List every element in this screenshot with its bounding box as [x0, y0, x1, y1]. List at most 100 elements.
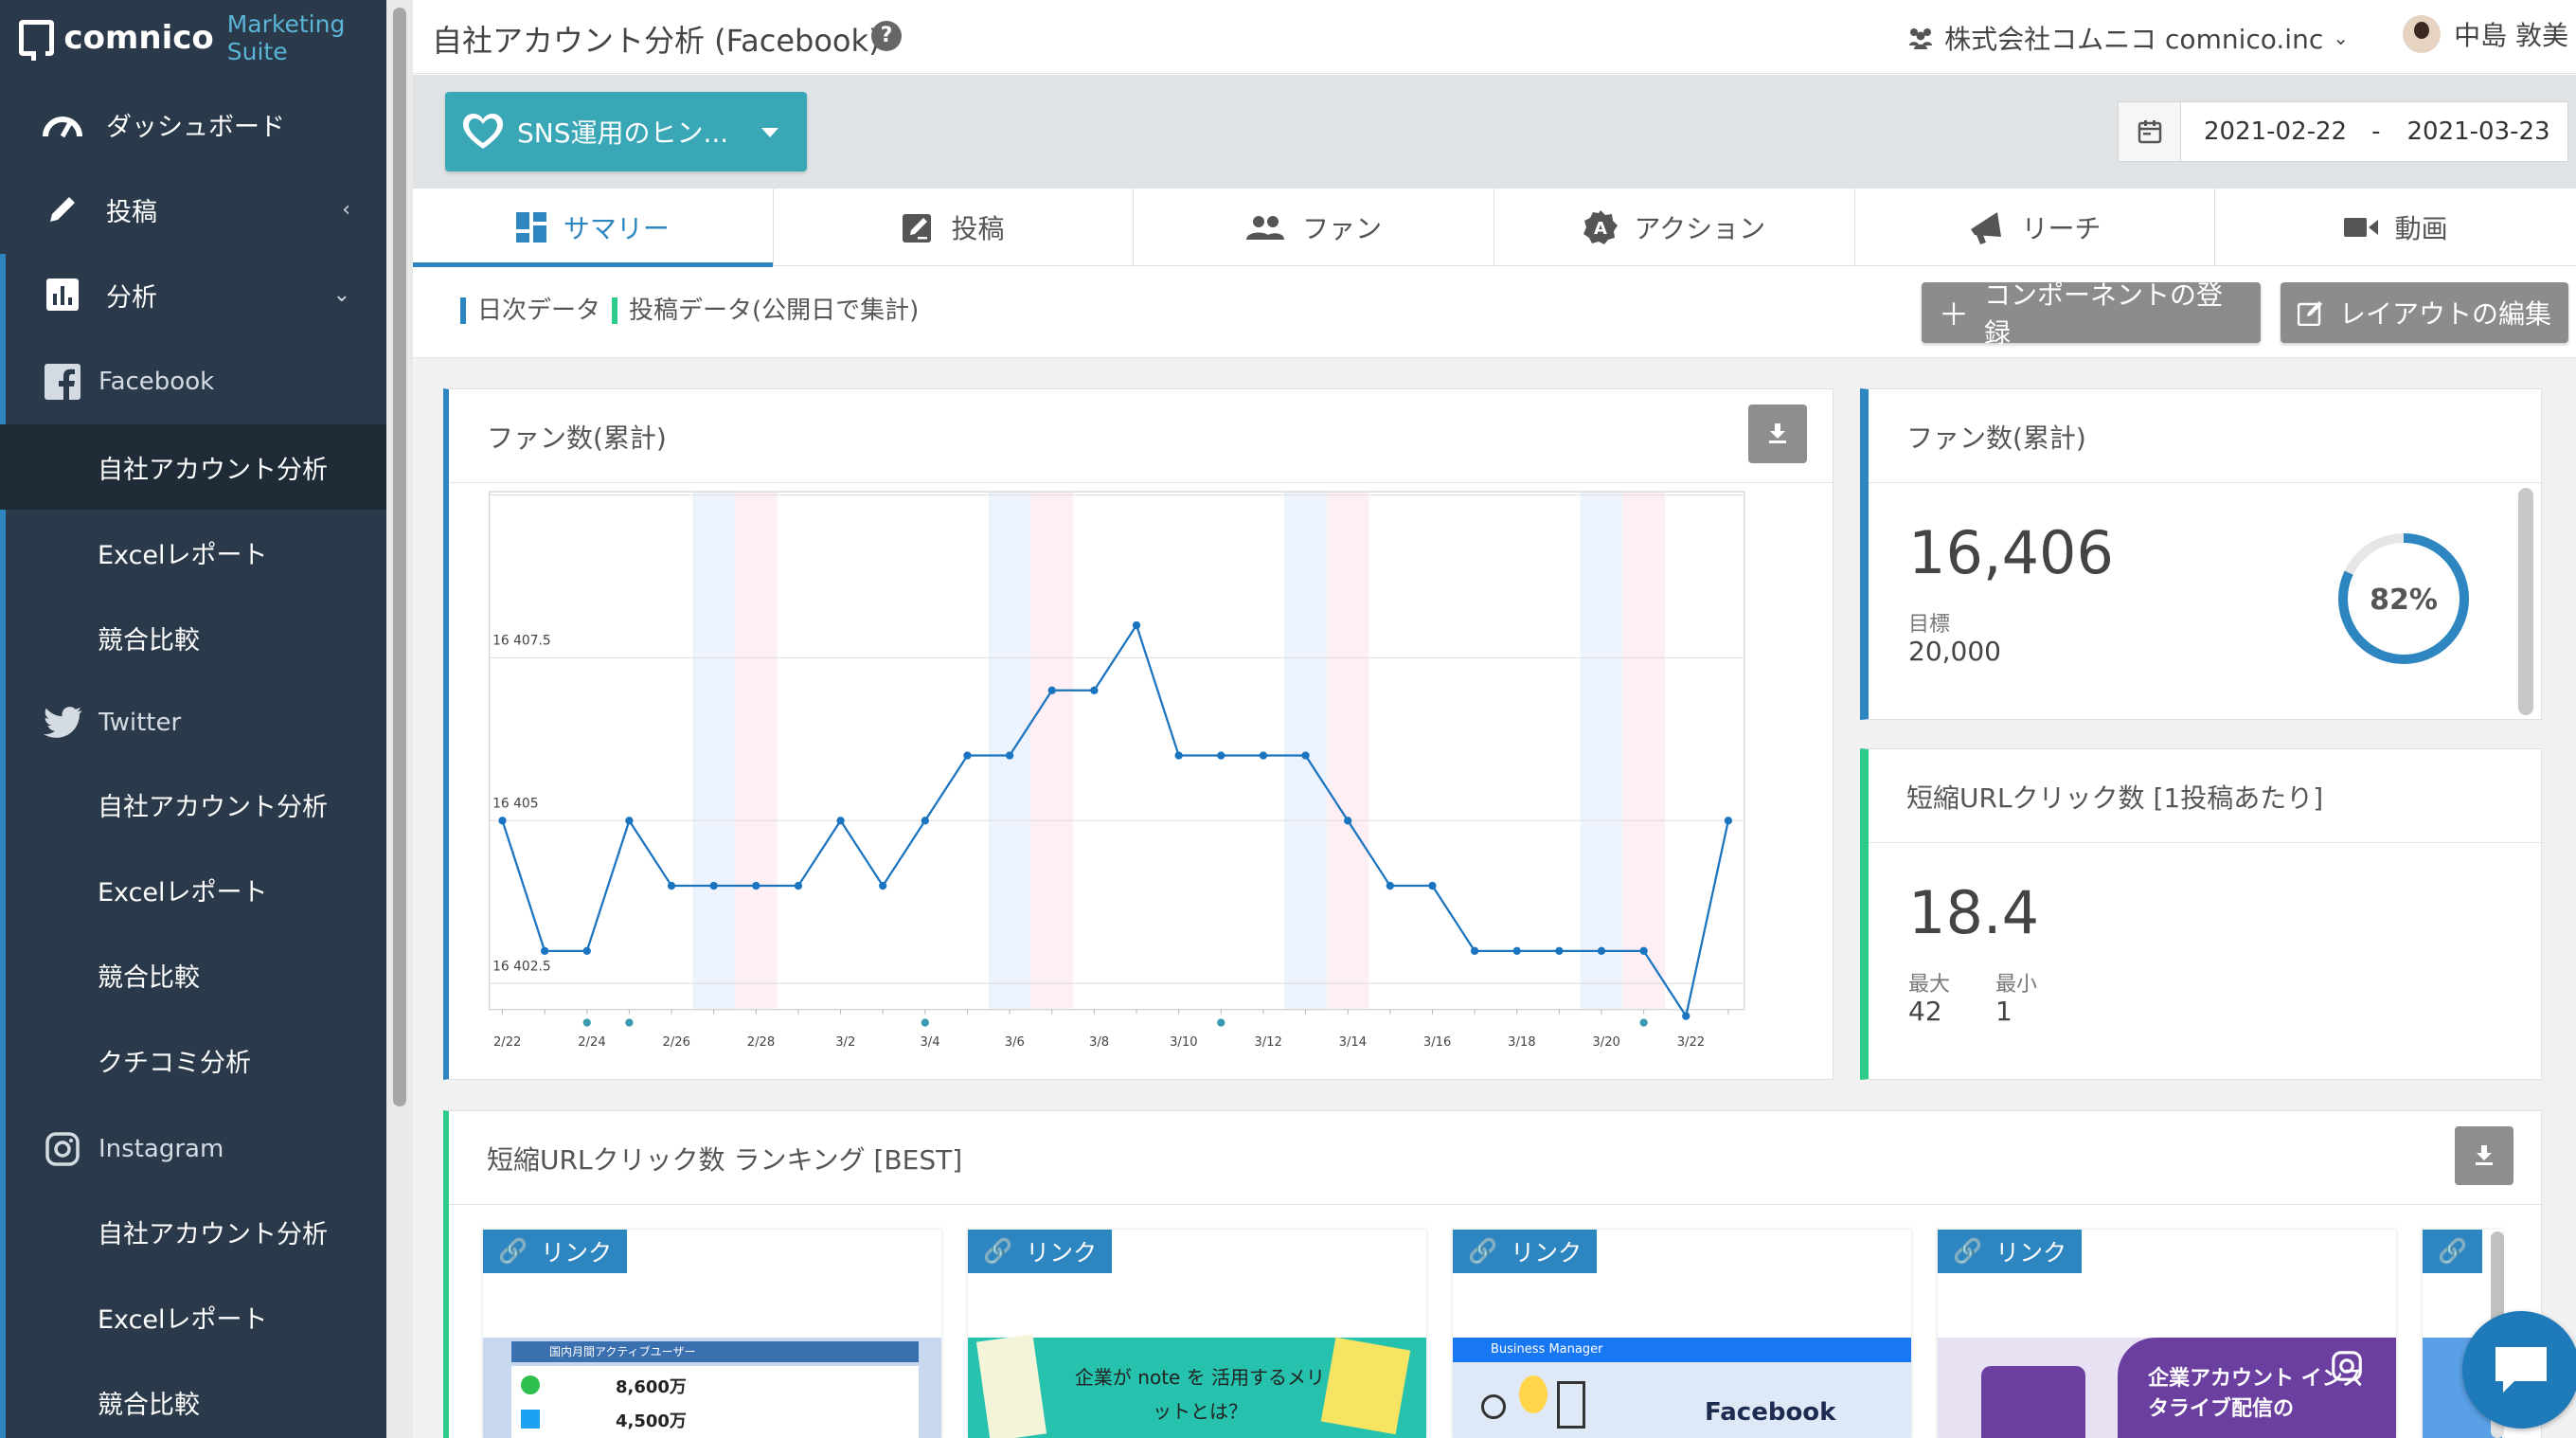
tab-summary[interactable]: サマリー [413, 189, 774, 267]
scrollbar-thumb[interactable] [393, 8, 406, 1106]
sidebar-item-ig-own-analysis[interactable]: 自社アカウント分析 [0, 1189, 386, 1274]
data-point [963, 751, 972, 760]
sidebar-item-label: 分析 [106, 282, 157, 313]
sidebar-group-facebook[interactable]: Facebook [0, 339, 386, 424]
hint-label: SNS運用のヒン... [517, 117, 729, 149]
button-label: レイアウトの編集 [2339, 298, 2552, 330]
sidebar-item-label: 投稿 [106, 197, 157, 227]
download-button[interactable] [2455, 1126, 2513, 1185]
chat-icon [2496, 1347, 2547, 1393]
data-point [1344, 817, 1352, 825]
sidebar-item-ig-excel-report[interactable]: Excelレポート [0, 1274, 386, 1359]
company-switcher[interactable]: 株式会社コムニコ comnico.inc ⌄ [1906, 19, 2349, 57]
caret-down-icon [761, 128, 778, 137]
sidebar-item-tw-competitor[interactable]: 競合比較 [0, 932, 386, 1017]
bar-chart-icon [40, 277, 85, 313]
brand-suite: Marketing Suite [226, 10, 346, 65]
sidebar-item-tw-own-analysis[interactable]: 自社アカウント分析 [0, 762, 386, 847]
tab-reach[interactable]: リーチ [1855, 189, 2216, 266]
chart-plot-group: 16 41016 407.516 40516 402.5人数2/222/242/… [488, 484, 1745, 1050]
min-value: 1 [1995, 996, 2012, 1027]
sidebar-item-dashboard[interactable]: ダッシュボード [0, 81, 386, 167]
calendar-icon[interactable] [2119, 102, 2181, 161]
thumb-header: 国内月間アクティブユーザー [511, 1341, 919, 1362]
tab-fans[interactable]: ファン [1134, 189, 1495, 266]
sidebar-group-instagram[interactable]: Instagram [0, 1106, 386, 1192]
panel-divider [449, 1204, 2541, 1205]
post-marker [1639, 1018, 1648, 1027]
dashboard-icon [40, 108, 85, 140]
date-range-picker[interactable]: 2021-02-22 - 2021-03-23 [2118, 101, 2568, 162]
ranking-card[interactable]: 🔗 リンク 企業アカウント インスタライブ配信の [1938, 1230, 2396, 1438]
badge-label: リンク [1995, 1239, 2067, 1267]
x-tick-label: 3/2 [835, 1035, 855, 1050]
sidebar-group-label: Instagram [98, 1135, 224, 1163]
sidebar-group-label: Twitter [98, 709, 182, 737]
download-button[interactable] [1748, 404, 1807, 463]
sidebar-item-fb-excel-report[interactable]: Excelレポート [0, 510, 386, 595]
sns-hint-dropdown[interactable]: SNS運用のヒン... [445, 92, 807, 171]
x-tick-label: 3/14 [1339, 1035, 1367, 1050]
data-point [921, 817, 929, 825]
action-badge-icon: A [1583, 210, 1618, 244]
panel-divider [1869, 842, 2541, 843]
ranking-card[interactable]: 🔗 リンク 国内月間アクティブユーザー 8,600万 4,500万 [483, 1230, 941, 1438]
help-icon[interactable]: ? [871, 21, 902, 51]
dashboard-grid-icon [515, 212, 546, 243]
data-point [1639, 946, 1648, 955]
panel-title: 短縮URLクリック数 [1投稿あたり] [1906, 782, 2324, 814]
sidebar-item-tw-word-of-mouth[interactable]: クチコミ分析 [0, 1017, 386, 1103]
panel-scrollbar[interactable] [2518, 488, 2533, 715]
sidebar-group-label: Facebook [98, 368, 215, 396]
date-start[interactable]: 2021-02-22 [2204, 117, 2347, 146]
add-component-button[interactable]: ＋ コンポーネントの登録 [1922, 279, 2261, 349]
top-header: 自社アカウント分析 (Facebook) ? 株式会社コムニコ comnico.… [413, 0, 2576, 74]
max-label: 最大 [1908, 973, 1951, 997]
date-end[interactable]: 2021-03-23 [2407, 117, 2550, 146]
plus-icon: ＋ [1939, 297, 1970, 333]
min-label: 最小 [1995, 973, 2038, 997]
weekend-band [1326, 492, 1369, 1010]
link-icon: 🔗 [983, 1237, 1013, 1265]
post-marker [1217, 1018, 1225, 1027]
sidebar-item-fb-own-analysis[interactable]: 自社アカウント分析 [0, 424, 386, 510]
clicks-kpi-panel: 短縮URLクリック数 [1投稿あたり] 18.4 最大 42 最小 1 [1860, 748, 2542, 1080]
illustration [1320, 1337, 1411, 1435]
badge-label: リンク [541, 1239, 613, 1267]
ranking-card[interactable]: 🔗 リンク Business Manager Facebook [1453, 1230, 1911, 1438]
data-point [836, 817, 845, 825]
chat-support-button[interactable] [2462, 1311, 2576, 1429]
edit-layout-button[interactable]: レイアウトの編集 [2281, 282, 2568, 343]
sidebar-item-posts[interactable]: 投稿 ‹ [0, 167, 386, 252]
sidebar-item-analytics[interactable]: 分析 ⌄ [0, 252, 386, 337]
sidebar-item-ig-competitor[interactable]: 競合比較 [0, 1359, 386, 1438]
tab-posts[interactable]: 投稿 [774, 189, 1135, 266]
data-point [1174, 751, 1183, 760]
link-icon: 🔗 [1953, 1237, 1983, 1265]
tab-actions[interactable]: A アクション [1494, 189, 1855, 266]
post-thumbnail: 国内月間アクティブユーザー 8,600万 4,500万 [483, 1338, 941, 1438]
thumb-text: 企業が note を 活用するメリットとは？ [1074, 1366, 1326, 1423]
brand-logo[interactable]: comnico Marketing Suite [19, 10, 386, 65]
data-point [1386, 881, 1394, 890]
sidebar-item-fb-competitor[interactable]: 競合比較 [0, 595, 386, 680]
data-point [879, 881, 887, 890]
tab-video[interactable]: 動画 [2215, 189, 2576, 266]
twitter-icon [42, 707, 83, 739]
company-name: 株式会社コムニコ comnico.inc [1944, 24, 2324, 55]
post-thumbnail: 企業が note を 活用するメリットとは？ [968, 1334, 1426, 1438]
sidebar-item-tw-excel-report[interactable]: Excelレポート [0, 847, 386, 932]
data-point [1259, 751, 1268, 760]
link-icon: 🔗 [2438, 1237, 2468, 1265]
sidebar-scrollbar[interactable] [386, 0, 413, 1438]
tab-label: 動画 [2394, 213, 2448, 244]
sidebar-group-twitter[interactable]: Twitter [0, 680, 386, 765]
user-menu[interactable]: 中島 敦美 [2403, 15, 2568, 53]
user-name: 中島 敦美 [2454, 20, 2568, 51]
weekend-band [1030, 492, 1074, 1010]
sidebar: comnico Marketing Suite ダッシュボード 投稿 ‹ 分析 … [0, 0, 386, 1438]
goal-progress-ring: 82% [2338, 533, 2469, 664]
ranking-card[interactable]: 🔗 リンク 企業が note を 活用するメリットとは？ [968, 1230, 1426, 1438]
x-tick-label: 3/16 [1423, 1035, 1451, 1050]
data-point [540, 946, 549, 955]
